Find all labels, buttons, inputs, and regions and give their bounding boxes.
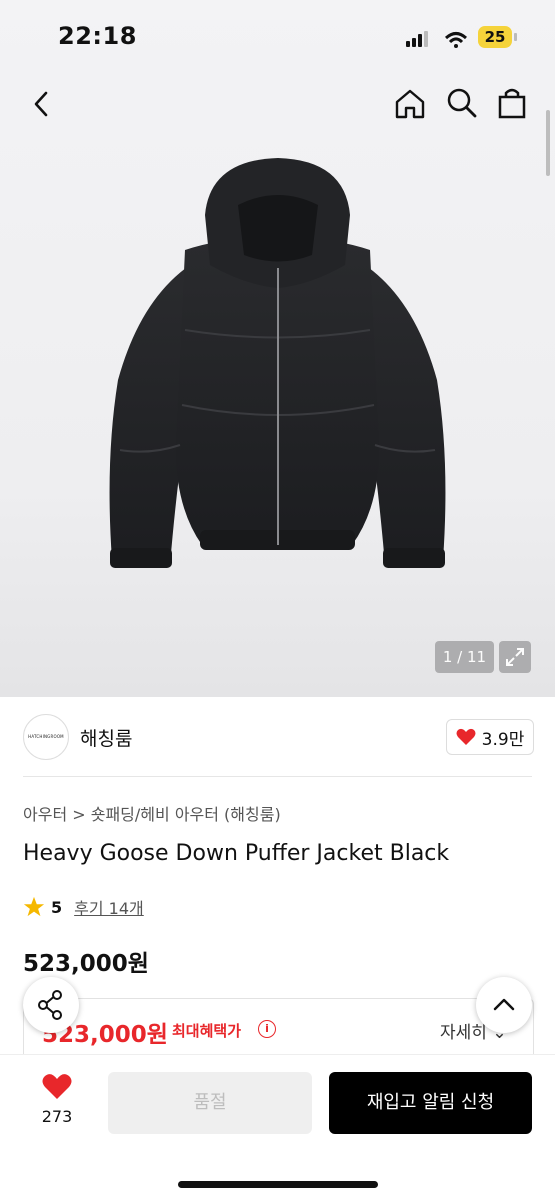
scroll-top-button[interactable] bbox=[476, 977, 532, 1033]
shopping-bag-icon[interactable] bbox=[497, 86, 527, 120]
star-icon bbox=[23, 896, 45, 917]
soldout-button: 품절 bbox=[108, 1072, 312, 1134]
share-icon bbox=[38, 990, 62, 1020]
status-time: 22:18 bbox=[58, 22, 137, 50]
status-bar: 22:18 25 bbox=[0, 0, 555, 72]
brand-name[interactable]: 해칭룸 bbox=[80, 724, 132, 751]
expand-button[interactable] bbox=[499, 641, 531, 673]
chevron-up-icon bbox=[493, 998, 515, 1011]
info-icon[interactable]: i bbox=[258, 1020, 276, 1038]
like-count: 273 bbox=[41, 1107, 73, 1126]
rating-score: 5 bbox=[51, 897, 63, 917]
expand-icon bbox=[506, 648, 524, 666]
restock-alert-button[interactable]: 재입고 알림 신청 bbox=[329, 1072, 532, 1134]
brand-like-count: 3.9만 bbox=[481, 729, 525, 750]
max-benefit-label: 최대혜택가 bbox=[172, 1022, 242, 1040]
product-price: 523,000원 bbox=[23, 951, 149, 977]
brand-like-button[interactable]: 3.9만 bbox=[446, 719, 534, 755]
product-title: Heavy Goose Down Puffer Jacket Black bbox=[23, 841, 450, 866]
reviews-link[interactable]: 후기 14개 bbox=[74, 895, 144, 919]
back-icon[interactable] bbox=[28, 90, 56, 118]
home-indicator bbox=[178, 1181, 378, 1188]
battery-indicator: 25 bbox=[478, 26, 512, 48]
signal-wifi-icon bbox=[406, 31, 468, 48]
search-icon[interactable] bbox=[446, 87, 478, 119]
like-heart-icon[interactable] bbox=[42, 1073, 72, 1100]
rating-row: 5 후기 14개 bbox=[23, 895, 144, 919]
divider bbox=[23, 776, 532, 777]
home-icon[interactable] bbox=[393, 87, 427, 121]
battery-tip bbox=[514, 33, 517, 41]
scrollbar[interactable] bbox=[546, 110, 550, 176]
breadcrumb[interactable]: 아우터 > 숏패딩/헤비 아우터 (해칭룸) bbox=[23, 801, 281, 825]
brand-logo[interactable]: HATCHINGROOM bbox=[23, 714, 69, 760]
image-counter: 1 / 11 bbox=[435, 641, 494, 673]
heart-icon bbox=[456, 728, 476, 745]
share-button[interactable] bbox=[23, 977, 79, 1033]
